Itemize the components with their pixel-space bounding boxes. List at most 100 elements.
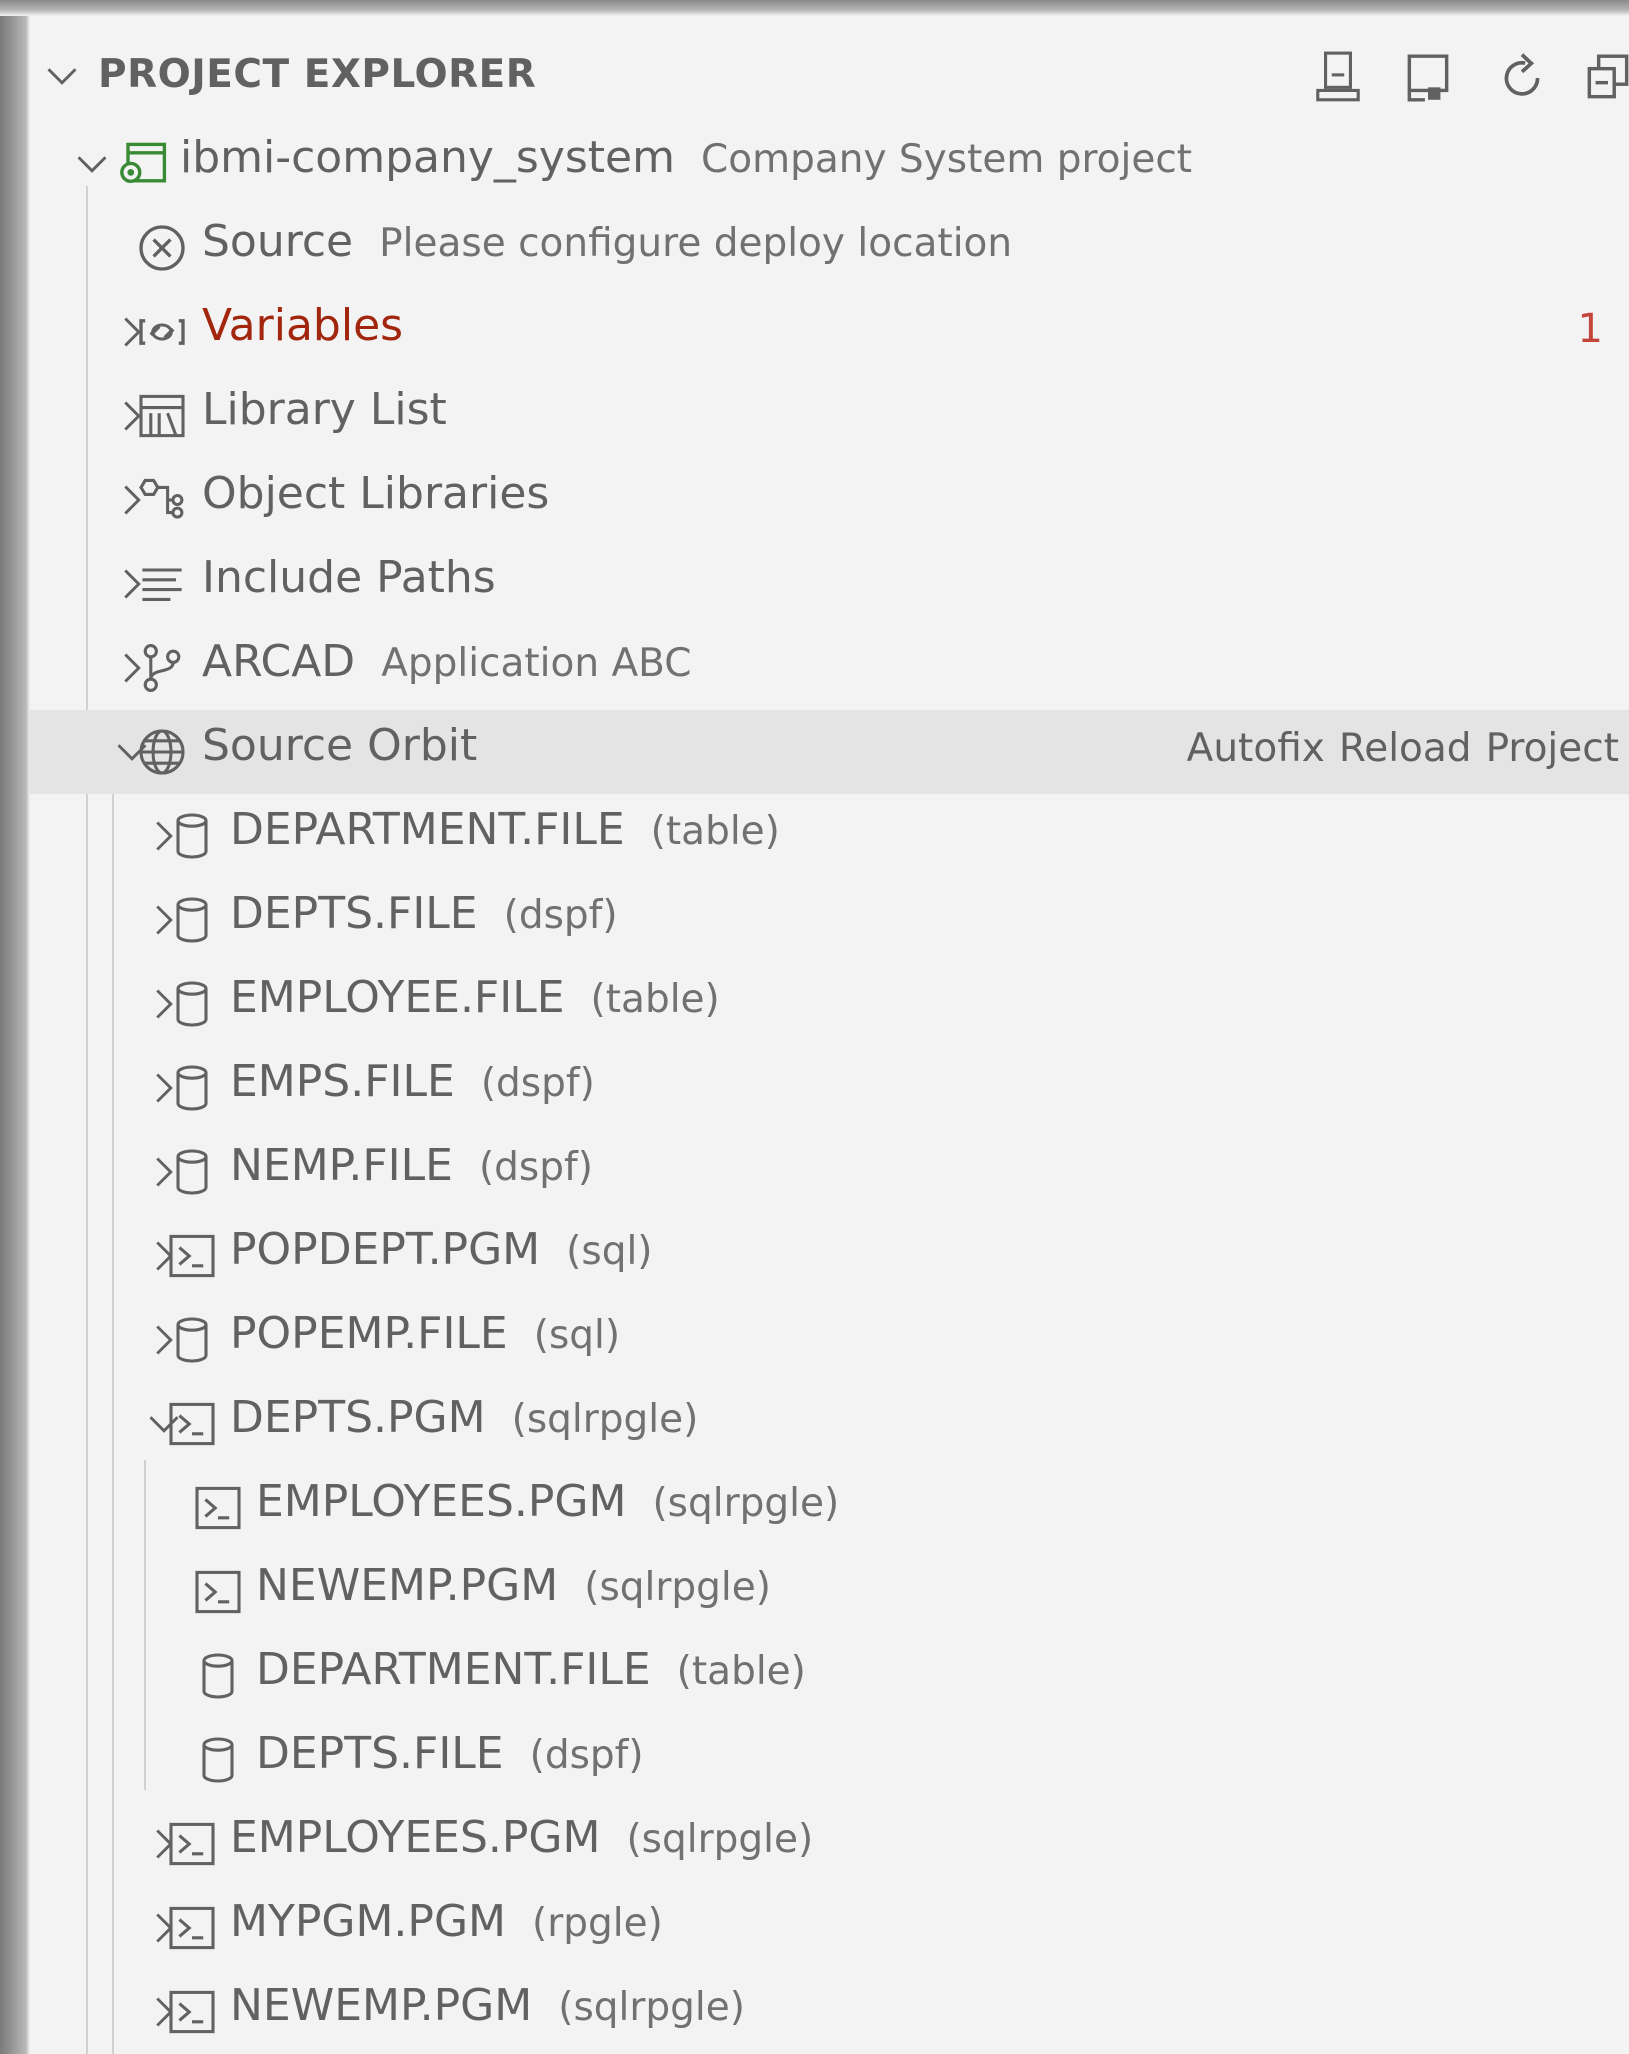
database-icon: [176, 897, 208, 943]
database-icon: [176, 1149, 208, 1195]
tree-item-file[interactable]: NEWEMP.PGM (sqlrpgle): [30, 1550, 1629, 1634]
file-name: NEMP.FILE: [230, 1140, 453, 1191]
file-name: POPEMP.FILE: [230, 1308, 508, 1359]
tree-item-label: Include Paths: [202, 552, 496, 603]
inline-actions: Autofix Reload Project: [1173, 726, 1619, 771]
library-list-icon: [139, 394, 185, 438]
file-name: POPDEPT.PGM: [230, 1224, 541, 1275]
deploy-icon[interactable]: [1312, 50, 1364, 106]
autofix-action[interactable]: Autofix: [1187, 726, 1325, 771]
tree-item-description: Please configure deploy location: [379, 221, 1013, 266]
error-circle-icon: [139, 225, 185, 271]
tree-item-file[interactable]: NEWEMP.PGM (sqlrpgle): [30, 1970, 1629, 2054]
file-type: (sqlrpgle): [511, 1397, 699, 1442]
terminal-icon: [169, 1402, 215, 1446]
tree-item-label: Source Orbit: [202, 720, 478, 771]
type-hierarchy-icon: [139, 478, 184, 519]
file-name: DEPARTMENT.FILE: [230, 804, 625, 855]
project-name: ibmi-company_system: [180, 132, 675, 183]
project-node[interactable]: ibmi-company_system Company System projec…: [30, 122, 1629, 206]
tree-item-source-orbit[interactable]: Source Orbit Autofix Reload Project: [30, 710, 1629, 794]
tree-item-file[interactable]: NEMP.FILE (dspf): [30, 1130, 1629, 1214]
project-icon: [120, 142, 167, 184]
tree-item-file[interactable]: EMPS.FILE (dspf): [30, 1046, 1629, 1130]
file-name: MYPGM.PGM: [230, 1896, 507, 1947]
window-top-edge: [0, 0, 1629, 16]
file-type: (rpgle): [532, 1901, 663, 1946]
tree-item-file[interactable]: EMPLOYEES.PGM (sqlrpgle): [30, 1802, 1629, 1886]
database-icon: [176, 1317, 208, 1363]
collapse-all-icon[interactable]: [1582, 50, 1629, 106]
file-name: DEPTS.PGM: [230, 1392, 486, 1443]
database-icon: [202, 1737, 234, 1783]
reload-action[interactable]: Reload: [1339, 726, 1472, 771]
tree-item-description: Application ABC: [381, 641, 692, 686]
file-type: (dspf): [529, 1733, 644, 1778]
database-icon: [176, 1065, 208, 1111]
tree-item-file[interactable]: MYPGM.PGM (rpgle): [30, 1886, 1629, 1970]
chevron-down-icon[interactable]: [44, 58, 80, 94]
terminal-icon: [195, 1486, 241, 1530]
file-type: (sqlrpgle): [652, 1481, 840, 1526]
tree-item-library-list[interactable]: Library List: [30, 374, 1629, 458]
symbol-variable-icon: [139, 319, 185, 345]
file-name: NEWEMP.PGM: [256, 1560, 559, 1611]
tree-item-file[interactable]: POPDEPT.PGM (sql): [30, 1214, 1629, 1298]
file-type: (sql): [566, 1229, 653, 1274]
chevron-down-icon[interactable]: [74, 146, 110, 182]
file-type: (table): [676, 1649, 806, 1694]
database-icon: [176, 981, 208, 1027]
terminal-icon: [169, 1906, 215, 1950]
tree-item-file[interactable]: DEPARTMENT.FILE (table): [30, 794, 1629, 878]
terminal-icon: [169, 1234, 215, 1278]
tree-item-file[interactable]: DEPTS.PGM (sqlrpgle): [30, 1382, 1629, 1466]
section-title: PROJECT EXPLORER: [98, 52, 537, 97]
tree-item-source[interactable]: Source Please configure deploy location: [30, 206, 1629, 290]
file-name: DEPARTMENT.FILE: [256, 1644, 651, 1695]
project-description: Company System project: [700, 137, 1193, 182]
database-icon: [176, 813, 208, 859]
tree-item-file[interactable]: EMPLOYEE.FILE (table): [30, 962, 1629, 1046]
terminal-icon: [195, 1570, 241, 1614]
file-name: EMPLOYEE.FILE: [230, 972, 565, 1023]
tree-item-label: Library List: [202, 384, 447, 435]
file-type: (sqlrpgle): [626, 1817, 814, 1862]
tree-item-file[interactable]: DEPTS.FILE (dspf): [30, 1718, 1629, 1802]
terminal-icon: [169, 1822, 215, 1866]
file-type: (dspf): [480, 1061, 595, 1106]
file-type: (dspf): [503, 893, 618, 938]
tree-item-file[interactable]: DEPTS.FILE (dspf): [30, 878, 1629, 962]
list-flat-icon: [142, 568, 182, 601]
source-control-icon: [143, 644, 181, 692]
tree-item-arcad[interactable]: ARCAD Application ABC: [30, 626, 1629, 710]
tree-item-label: ARCAD: [202, 636, 356, 687]
database-icon: [202, 1653, 234, 1699]
tree-item-file[interactable]: POPEMP.FILE (sql): [30, 1298, 1629, 1382]
file-name: DEPTS.FILE: [230, 888, 478, 939]
file-name: DEPTS.FILE: [256, 1728, 504, 1779]
project-action[interactable]: Project: [1486, 726, 1619, 771]
manage-icon[interactable]: [1402, 50, 1454, 106]
project-explorer-panel: PROJECT EXPLORER ibmi-company_system Com…: [30, 16, 1629, 2054]
file-type: (table): [650, 809, 780, 854]
file-type: (sqlrpgle): [584, 1565, 771, 1610]
section-header[interactable]: PROJECT EXPLORER: [30, 38, 1629, 118]
tree-item-include-paths[interactable]: Include Paths: [30, 542, 1629, 626]
file-name: EMPLOYEES.PGM: [230, 1812, 601, 1863]
file-name: NEWEMP.PGM: [230, 1980, 533, 2031]
tree-item-object-libraries[interactable]: Object Libraries: [30, 458, 1629, 542]
file-name: EMPS.FILE: [230, 1056, 455, 1107]
problem-count-badge: 1: [1577, 306, 1603, 352]
tree-item-variables[interactable]: Variables 1: [30, 290, 1629, 374]
tree-item-label: Source: [202, 216, 354, 267]
refresh-icon[interactable]: [1496, 50, 1548, 106]
tree-item-label: Object Libraries: [202, 468, 550, 519]
globe-icon: [139, 729, 185, 775]
file-type: (table): [590, 977, 720, 1022]
tree-item-file[interactable]: DEPARTMENT.FILE (table): [30, 1634, 1629, 1718]
file-type: (sql): [533, 1313, 621, 1358]
file-name: EMPLOYEES.PGM: [256, 1476, 627, 1527]
terminal-icon: [169, 1990, 215, 2034]
file-type: (dspf): [478, 1145, 593, 1190]
tree-item-file[interactable]: EMPLOYEES.PGM (sqlrpgle): [30, 1466, 1629, 1550]
